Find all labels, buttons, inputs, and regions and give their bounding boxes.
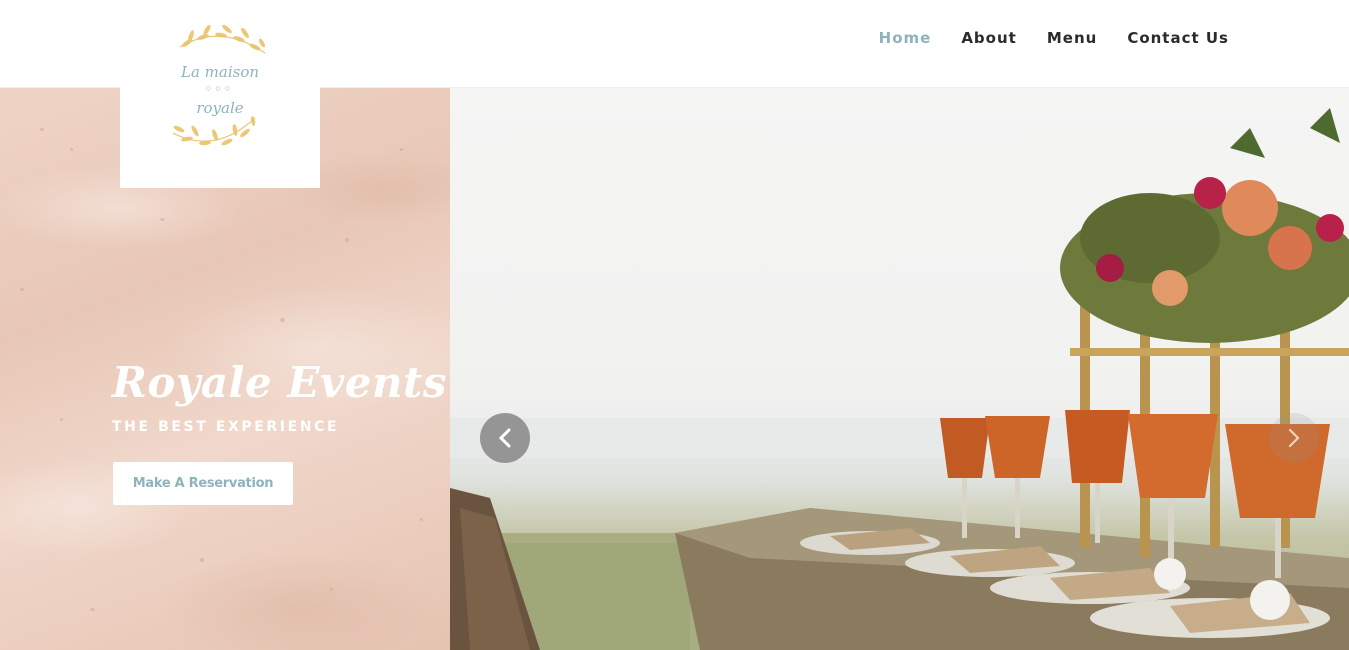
slider-next-button[interactable] — [1269, 413, 1319, 463]
site-logo[interactable]: La maison ○○○ royale — [120, 0, 320, 188]
hero-slider — [450, 88, 1349, 650]
nav-menu[interactable]: Menu — [1047, 27, 1097, 49]
chevron-right-icon — [1288, 428, 1300, 448]
hero-subtitle: THE BEST EXPERIENCE — [112, 419, 340, 435]
nav-about[interactable]: About — [961, 27, 1017, 49]
nav-contact-us[interactable]: Contact Us — [1127, 27, 1229, 49]
logo-text-royale: royale — [196, 99, 244, 117]
hero-title: Royale Events — [112, 358, 448, 407]
slider-image-table-setting — [450, 108, 1349, 650]
logo-divider-dots: ○○○ — [205, 83, 235, 93]
logo-text-la-maison: La maison — [180, 63, 260, 81]
nav-home[interactable]: Home — [879, 27, 932, 49]
slider-prev-button[interactable] — [480, 413, 530, 463]
main-nav: Home About Menu Contact Us — [879, 27, 1229, 49]
chevron-left-icon — [498, 428, 511, 448]
make-reservation-button[interactable]: Make A Reservation — [113, 462, 293, 505]
